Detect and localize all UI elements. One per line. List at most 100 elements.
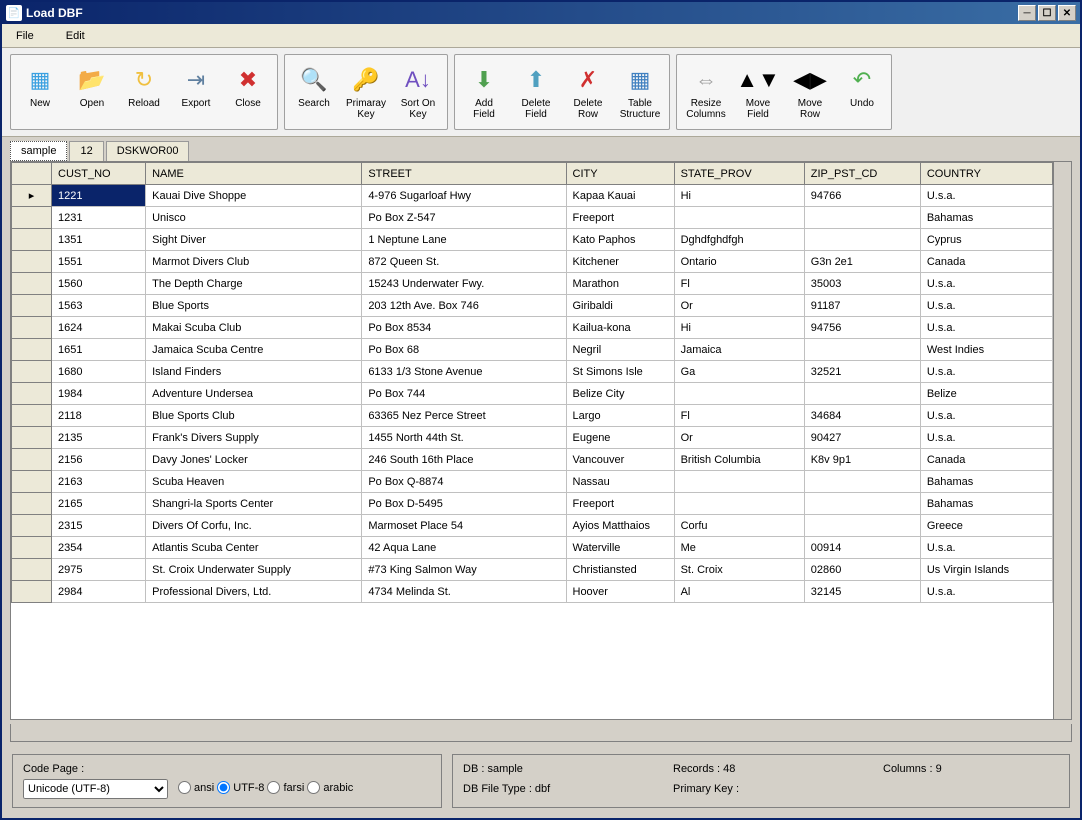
cell[interactable]: 872 Queen St. [362, 251, 566, 273]
cell[interactable]: Largo [566, 405, 674, 427]
cell[interactable]: G3n 2e1 [804, 251, 920, 273]
pkey-button[interactable]: 🔑Primaray Key [341, 61, 391, 123]
cell[interactable]: Ga [674, 361, 804, 383]
cell[interactable]: 4734 Melinda St. [362, 581, 566, 603]
cell[interactable]: Dghdfghdfgh [674, 229, 804, 251]
cell[interactable]: Vancouver [566, 449, 674, 471]
cell[interactable]: U.s.a. [920, 295, 1052, 317]
cell[interactable]: Eugene [566, 427, 674, 449]
cell[interactable]: Freeport [566, 493, 674, 515]
tab-12[interactable]: 12 [69, 141, 103, 161]
cell[interactable]: U.s.a. [920, 273, 1052, 295]
cell[interactable]: Po Box 68 [362, 339, 566, 361]
encoding-radio-farsi[interactable]: farsi [267, 781, 304, 794]
cell[interactable]: St. Croix [674, 559, 804, 581]
cell[interactable]: Nassau [566, 471, 674, 493]
table-row[interactable]: 2165Shangri-la Sports CenterPo Box D-549… [12, 493, 1053, 515]
movefield-button[interactable]: ▲▼Move Field [733, 61, 783, 123]
open-button[interactable]: 📂Open [67, 61, 117, 123]
cell[interactable] [804, 229, 920, 251]
table-row[interactable]: 2118Blue Sports Club63365 Nez Perce Stre… [12, 405, 1053, 427]
cell[interactable] [804, 383, 920, 405]
codepage-select[interactable]: Unicode (UTF-8) [23, 779, 168, 799]
table-row[interactable]: 1984Adventure UnderseaPo Box 744Belize C… [12, 383, 1053, 405]
cell[interactable] [804, 515, 920, 537]
cell[interactable]: 91187 [804, 295, 920, 317]
cell[interactable]: Us Virgin Islands [920, 559, 1052, 581]
sort-button[interactable]: A↓Sort On Key [393, 61, 443, 123]
cell[interactable]: 1560 [52, 273, 146, 295]
row-header[interactable] [12, 229, 52, 251]
cell[interactable]: Bahamas [920, 471, 1052, 493]
cell[interactable]: 1651 [52, 339, 146, 361]
column-header[interactable]: COUNTRY [920, 163, 1052, 185]
cell[interactable]: U.s.a. [920, 185, 1052, 207]
cell[interactable]: 246 South 16th Place [362, 449, 566, 471]
cell[interactable]: 63365 Nez Perce Street [362, 405, 566, 427]
cell[interactable]: 1231 [52, 207, 146, 229]
addfield-button[interactable]: ⬇Add Field [459, 61, 509, 123]
table-row[interactable]: ▸1221Kauai Dive Shoppe4-976 Sugarloaf Hw… [12, 185, 1053, 207]
structure-button[interactable]: ▦Table Structure [615, 61, 665, 123]
cell[interactable]: Professional Divers, Ltd. [146, 581, 362, 603]
cell[interactable]: 02860 [804, 559, 920, 581]
row-header[interactable] [12, 317, 52, 339]
cell[interactable]: The Depth Charge [146, 273, 362, 295]
cell[interactable]: U.s.a. [920, 537, 1052, 559]
menu-file[interactable]: File [10, 28, 40, 44]
column-header[interactable]: NAME [146, 163, 362, 185]
cell[interactable]: Island Finders [146, 361, 362, 383]
cell[interactable] [804, 207, 920, 229]
cell[interactable]: 32521 [804, 361, 920, 383]
cell[interactable]: Po Box 744 [362, 383, 566, 405]
table-row[interactable]: 2135Frank's Divers Supply1455 North 44th… [12, 427, 1053, 449]
cell[interactable]: 2135 [52, 427, 146, 449]
row-header[interactable] [12, 339, 52, 361]
cell[interactable]: 2315 [52, 515, 146, 537]
cell[interactable]: Unisco [146, 207, 362, 229]
cell[interactable]: Divers Of Corfu, Inc. [146, 515, 362, 537]
cell[interactable]: Adventure Undersea [146, 383, 362, 405]
cell[interactable] [674, 471, 804, 493]
cell[interactable] [674, 207, 804, 229]
cell[interactable]: Belize [920, 383, 1052, 405]
row-header[interactable] [12, 383, 52, 405]
cell[interactable]: K8v 9p1 [804, 449, 920, 471]
cell[interactable]: 1351 [52, 229, 146, 251]
cell[interactable]: 15243 Underwater Fwy. [362, 273, 566, 295]
table-row[interactable]: 1351Sight Diver1 Neptune LaneKato Paphos… [12, 229, 1053, 251]
cell[interactable]: Bahamas [920, 493, 1052, 515]
cell[interactable]: Hi [674, 185, 804, 207]
row-header[interactable] [12, 207, 52, 229]
cell[interactable]: Or [674, 295, 804, 317]
row-header[interactable] [12, 427, 52, 449]
menu-edit[interactable]: Edit [60, 28, 91, 44]
cell[interactable]: 2156 [52, 449, 146, 471]
row-header[interactable] [12, 251, 52, 273]
cell[interactable]: 4-976 Sugarloaf Hwy [362, 185, 566, 207]
cell[interactable]: 2165 [52, 493, 146, 515]
cell[interactable]: Hoover [566, 581, 674, 603]
table-row[interactable]: 1624Makai Scuba ClubPo Box 8534Kailua-ko… [12, 317, 1053, 339]
cell[interactable]: U.s.a. [920, 317, 1052, 339]
cell[interactable]: Giribaldi [566, 295, 674, 317]
cell[interactable]: Shangri-la Sports Center [146, 493, 362, 515]
search-button[interactable]: 🔍Search [289, 61, 339, 123]
cell[interactable]: Frank's Divers Supply [146, 427, 362, 449]
cell[interactable]: Po Box D-5495 [362, 493, 566, 515]
row-header[interactable] [12, 295, 52, 317]
cell[interactable]: Fl [674, 273, 804, 295]
cell[interactable]: Sight Diver [146, 229, 362, 251]
vertical-scrollbar[interactable] [1053, 162, 1071, 719]
cell[interactable]: Ayios Matthaios [566, 515, 674, 537]
cell[interactable]: Ontario [674, 251, 804, 273]
table-row[interactable]: 2975St. Croix Underwater Supply#73 King … [12, 559, 1053, 581]
row-header[interactable] [12, 559, 52, 581]
cell[interactable]: 1624 [52, 317, 146, 339]
cell[interactable]: 2975 [52, 559, 146, 581]
cell[interactable]: Marmot Divers Club [146, 251, 362, 273]
row-header[interactable] [12, 449, 52, 471]
cell[interactable]: Blue Sports [146, 295, 362, 317]
column-header[interactable]: STREET [362, 163, 566, 185]
row-header[interactable] [12, 581, 52, 603]
